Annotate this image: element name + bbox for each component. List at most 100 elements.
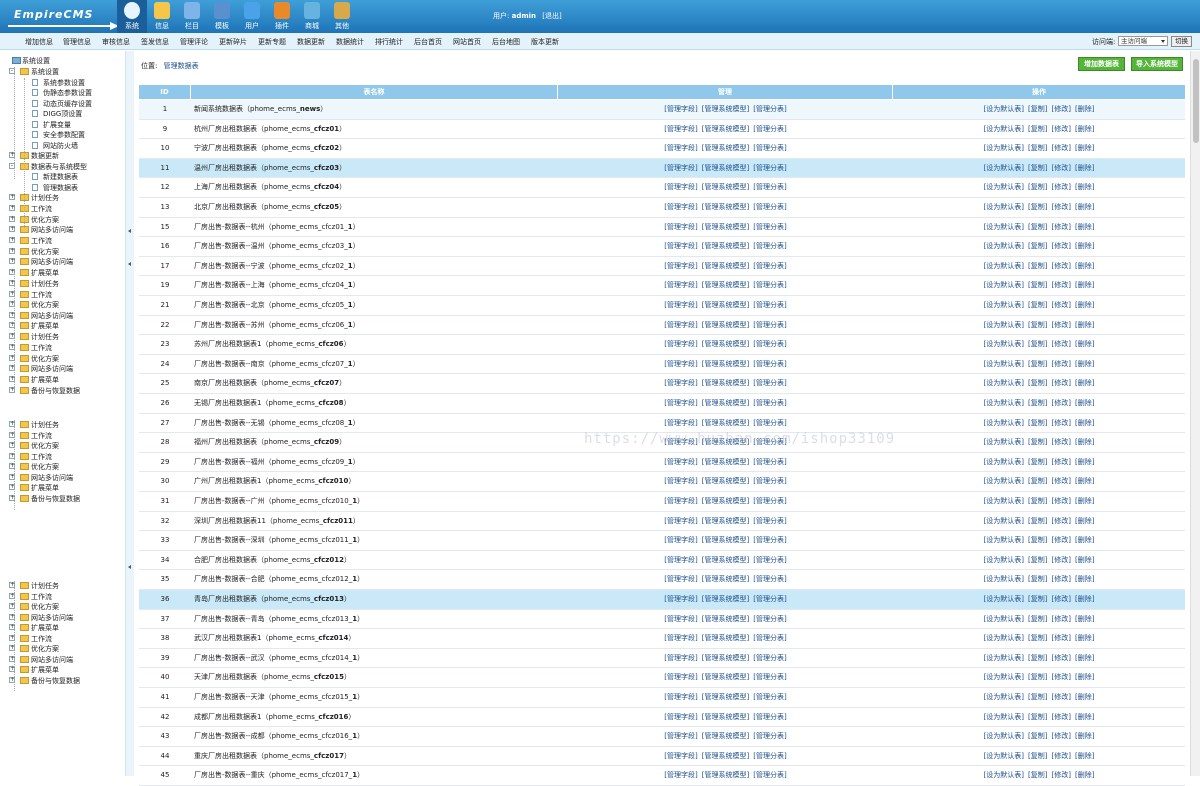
edit-link[interactable]: [修改]: [1052, 223, 1071, 231]
manage-fields-link[interactable]: [管理字段]: [664, 713, 697, 721]
set-default-link[interactable]: [设为默认表]: [984, 634, 1024, 642]
manage-model-link[interactable]: [管理系统模型]: [702, 654, 749, 662]
manage-model-link[interactable]: [管理系统模型]: [702, 262, 749, 270]
manage-fields-link[interactable]: [管理字段]: [664, 301, 697, 309]
copy-link[interactable]: [复制]: [1028, 673, 1047, 681]
edit-link[interactable]: [修改]: [1052, 536, 1071, 544]
top-nav-7[interactable]: 其他: [327, 0, 357, 33]
tree-folder[interactable]: 优化方案: [31, 602, 59, 612]
edit-link[interactable]: [修改]: [1052, 399, 1071, 407]
manage-fields-link[interactable]: [管理字段]: [664, 223, 697, 231]
tree-folder[interactable]: 工作流: [31, 343, 52, 353]
copy-link[interactable]: [复制]: [1028, 458, 1047, 466]
delete-link[interactable]: [删除]: [1075, 144, 1094, 152]
tree-datatable-model[interactable]: 数据表与系统模型: [31, 162, 87, 172]
manage-model-link[interactable]: [管理系统模型]: [702, 556, 749, 564]
manage-model-link[interactable]: [管理系统模型]: [702, 105, 749, 113]
set-default-link[interactable]: [设为默认表]: [984, 340, 1024, 348]
tree-expander-icon[interactable]: +: [9, 258, 15, 265]
set-default-link[interactable]: [设为默认表]: [984, 301, 1024, 309]
manage-model-link[interactable]: [管理系统模型]: [702, 693, 749, 701]
delete-link[interactable]: [删除]: [1075, 105, 1094, 113]
menu-item[interactable]: 更新专题: [258, 37, 286, 47]
delete-link[interactable]: [删除]: [1075, 321, 1094, 329]
manage-fields-link[interactable]: [管理字段]: [664, 458, 697, 466]
tree-folder[interactable]: 备份与恢复数据: [31, 386, 80, 396]
set-default-link[interactable]: [设为默认表]: [984, 477, 1024, 485]
manage-subtable-link[interactable]: [管理分表]: [753, 144, 786, 152]
menu-item[interactable]: 数据统计: [336, 37, 364, 47]
manage-subtable-link[interactable]: [管理分表]: [753, 458, 786, 466]
tree-folder[interactable]: 网站多访问端: [31, 311, 73, 321]
tree-expander-icon[interactable]: +: [9, 247, 15, 254]
tree-sys-settings[interactable]: 系统设置: [31, 67, 59, 77]
edit-link[interactable]: [修改]: [1052, 360, 1071, 368]
edit-link[interactable]: [修改]: [1052, 321, 1071, 329]
set-default-link[interactable]: [设为默认表]: [984, 360, 1024, 368]
manage-subtable-link[interactable]: [管理分表]: [753, 340, 786, 348]
edit-link[interactable]: [修改]: [1052, 752, 1071, 760]
delete-link[interactable]: [删除]: [1075, 281, 1094, 289]
set-default-link[interactable]: [设为默认表]: [984, 654, 1024, 662]
manage-model-link[interactable]: [管理系统模型]: [702, 144, 749, 152]
tree-folder[interactable]: 计划任务: [31, 193, 59, 203]
copy-link[interactable]: [复制]: [1028, 615, 1047, 623]
copy-link[interactable]: [复制]: [1028, 340, 1047, 348]
tree-folder[interactable]: 网站多访问端: [31, 473, 73, 483]
tree-folder[interactable]: 网站多访问端: [31, 225, 73, 235]
menu-item[interactable]: 排行统计: [375, 37, 403, 47]
edit-link[interactable]: [修改]: [1052, 164, 1071, 172]
set-default-link[interactable]: [设为默认表]: [984, 556, 1024, 564]
delete-link[interactable]: [删除]: [1075, 203, 1094, 211]
manage-model-link[interactable]: [管理系统模型]: [702, 419, 749, 427]
manage-fields-link[interactable]: [管理字段]: [664, 615, 697, 623]
set-default-link[interactable]: [设为默认表]: [984, 752, 1024, 760]
manage-subtable-link[interactable]: [管理分表]: [753, 281, 786, 289]
tree-folder[interactable]: 工作流: [31, 204, 52, 214]
tree-folder[interactable]: 优化方案: [31, 354, 59, 364]
manage-model-link[interactable]: [管理系统模型]: [702, 399, 749, 407]
manage-model-link[interactable]: [管理系统模型]: [702, 713, 749, 721]
copy-link[interactable]: [复制]: [1028, 223, 1047, 231]
copy-link[interactable]: [复制]: [1028, 203, 1047, 211]
edit-link[interactable]: [修改]: [1052, 183, 1071, 191]
collapse-arrow-icon[interactable]: [128, 565, 131, 569]
tree-folder[interactable]: 计划任务: [31, 332, 59, 342]
manage-model-link[interactable]: [管理系统模型]: [702, 301, 749, 309]
tree-folder[interactable]: 计划任务: [31, 420, 59, 430]
edit-link[interactable]: [修改]: [1052, 203, 1071, 211]
delete-link[interactable]: [删除]: [1075, 752, 1094, 760]
manage-subtable-link[interactable]: [管理分表]: [753, 536, 786, 544]
copy-link[interactable]: [复制]: [1028, 752, 1047, 760]
manage-model-link[interactable]: [管理系统模型]: [702, 517, 749, 525]
manage-fields-link[interactable]: [管理字段]: [664, 654, 697, 662]
tree-folder[interactable]: 优化方案: [31, 215, 59, 225]
set-default-link[interactable]: [设为默认表]: [984, 223, 1024, 231]
delete-link[interactable]: [删除]: [1075, 242, 1094, 250]
top-nav-1[interactable]: 信息: [147, 0, 177, 33]
tree-expander-icon[interactable]: +: [9, 236, 15, 243]
manage-model-link[interactable]: [管理系统模型]: [702, 242, 749, 250]
manage-fields-link[interactable]: [管理字段]: [664, 575, 697, 583]
manage-fields-link[interactable]: [管理字段]: [664, 105, 697, 113]
menu-item[interactable]: 后台地图: [492, 37, 520, 47]
set-default-link[interactable]: [设为默认表]: [984, 732, 1024, 740]
manage-subtable-link[interactable]: [管理分表]: [753, 595, 786, 603]
delete-link[interactable]: [删除]: [1075, 615, 1094, 623]
menu-item[interactable]: 数据更新: [297, 37, 325, 47]
manage-subtable-link[interactable]: [管理分表]: [753, 673, 786, 681]
set-default-link[interactable]: [设为默认表]: [984, 517, 1024, 525]
manage-subtable-link[interactable]: [管理分表]: [753, 575, 786, 583]
set-default-link[interactable]: [设为默认表]: [984, 125, 1024, 133]
manage-subtable-link[interactable]: [管理分表]: [753, 321, 786, 329]
tree-folder[interactable]: 扩展菜单: [31, 483, 59, 493]
manage-subtable-link[interactable]: [管理分表]: [753, 125, 786, 133]
copy-link[interactable]: [复制]: [1028, 321, 1047, 329]
tree-leaf[interactable]: 管理数据表: [43, 183, 78, 193]
set-default-link[interactable]: [设为默认表]: [984, 693, 1024, 701]
delete-link[interactable]: [删除]: [1075, 399, 1094, 407]
edit-link[interactable]: [修改]: [1052, 419, 1071, 427]
scrollbar[interactable]: [1190, 51, 1200, 776]
manage-fields-link[interactable]: [管理字段]: [664, 360, 697, 368]
tree-folder[interactable]: 备份与恢复数据: [31, 676, 80, 686]
